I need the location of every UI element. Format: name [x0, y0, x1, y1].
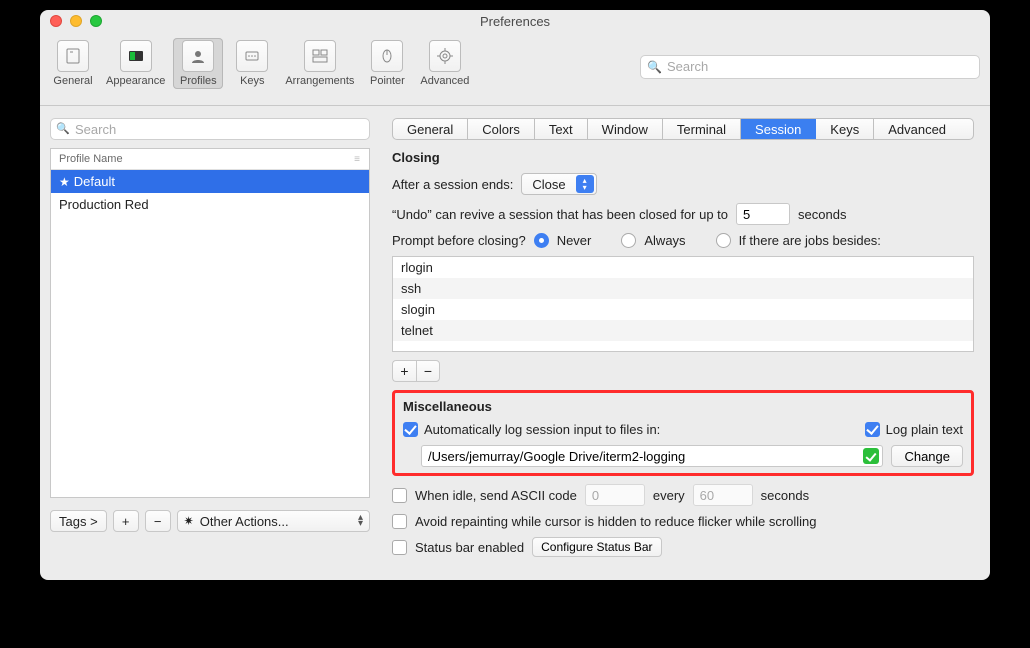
prompt-close-label: Prompt before closing?: [392, 233, 526, 248]
search-icon: 🔍: [56, 122, 70, 135]
tab-keys[interactable]: Keys: [816, 119, 874, 139]
tab-terminal[interactable]: Terminal: [663, 119, 741, 139]
arrangements-icon: [304, 40, 336, 72]
misc-heading: Miscellaneous: [403, 399, 963, 414]
tab-session[interactable]: Session: [741, 119, 816, 139]
log-plain-label: Log plain text: [886, 422, 963, 437]
content: 🔍 Profile Name ≡ ★ Default Production Re…: [40, 106, 990, 580]
profiles-icon: [182, 40, 214, 72]
avoid-repaint-label: Avoid repainting while cursor is hidden …: [415, 514, 817, 529]
status-bar-label: Status bar enabled: [415, 540, 524, 555]
tab-colors[interactable]: Colors: [468, 119, 535, 139]
idle-label: When idle, send ASCII code: [415, 488, 577, 503]
radio-never[interactable]: [534, 233, 549, 248]
closing-heading: Closing: [392, 150, 974, 165]
column-grip-icon[interactable]: ≡: [354, 154, 361, 165]
tab-advanced[interactable]: Advanced: [874, 119, 960, 139]
auto-log-checkbox[interactable]: [403, 422, 418, 437]
undo-seconds-input[interactable]: [736, 203, 790, 225]
left-panel: 🔍 Profile Name ≡ ★ Default Production Re…: [50, 118, 370, 570]
toolbar-keys[interactable]: Keys: [227, 38, 277, 89]
profiles-search-input[interactable]: [50, 118, 370, 140]
undo-label-post: seconds: [798, 207, 846, 222]
idle-interval-input: [693, 484, 753, 506]
toolbar-arrangements[interactable]: Arrangements: [281, 38, 358, 89]
toolbar-profiles[interactable]: Profiles: [173, 38, 223, 89]
profile-remove-button[interactable]: −: [145, 510, 171, 532]
profile-row-production-red[interactable]: Production Red: [51, 193, 369, 216]
avoid-repaint-checkbox[interactable]: [392, 514, 407, 529]
jobs-remove-button[interactable]: −: [416, 360, 440, 382]
jobs-add-button[interactable]: +: [392, 360, 416, 382]
other-actions-dropdown[interactable]: ✷ Other Actions... ▴▾: [177, 510, 370, 532]
change-path-button[interactable]: Change: [891, 445, 963, 467]
after-session-label: After a session ends:: [392, 177, 513, 192]
star-icon: ★: [59, 175, 70, 189]
toolbar-appearance[interactable]: Appearance: [102, 38, 169, 89]
misc-highlight: Miscellaneous Automatically log session …: [392, 390, 974, 476]
titlebar: Preferences: [40, 10, 990, 32]
right-panel: General Colors Text Window Terminal Sess…: [386, 118, 980, 570]
radio-always[interactable]: [621, 233, 636, 248]
auto-log-label: Automatically log session input to files…: [424, 422, 660, 437]
tab-general[interactable]: General: [393, 119, 468, 139]
toolbar: General Appearance Profiles Keys Arrange…: [40, 32, 990, 106]
gear-icon: ✷: [184, 514, 194, 528]
list-item[interactable]: rlogin: [393, 257, 973, 278]
chevron-updown-icon: ▴▾: [358, 515, 363, 527]
general-icon: [57, 40, 89, 72]
toolbar-search: 🔍: [640, 55, 980, 79]
undo-label-pre: “Undo” can revive a session that has bee…: [392, 207, 728, 222]
appearance-icon: [120, 40, 152, 72]
after-session-select[interactable]: Close ▴▾: [521, 173, 596, 195]
tags-button[interactable]: Tags >: [50, 510, 107, 532]
toolbar-search-input[interactable]: [640, 55, 980, 79]
profiles-header[interactable]: Profile Name ≡: [51, 149, 369, 170]
profile-tabs: General Colors Text Window Terminal Sess…: [392, 118, 974, 140]
search-icon: 🔍: [647, 60, 662, 74]
status-bar-checkbox[interactable]: [392, 540, 407, 555]
jobs-listbox[interactable]: rlogin ssh slogin telnet: [392, 256, 974, 352]
keys-icon: [236, 40, 268, 72]
session-pane: Closing After a session ends: Close ▴▾ “…: [386, 150, 980, 570]
configure-status-bar-button[interactable]: Configure Status Bar: [532, 537, 661, 557]
log-plain-checkbox[interactable]: [865, 422, 880, 437]
profiles-table: Profile Name ≡ ★ Default Production Red: [50, 148, 370, 498]
list-item[interactable]: telnet: [393, 320, 973, 341]
preferences-window: Preferences General Appearance Profiles …: [40, 10, 990, 580]
radio-jobs-besides[interactable]: [716, 233, 731, 248]
tab-window[interactable]: Window: [588, 119, 663, 139]
advanced-icon: [429, 40, 461, 72]
list-item[interactable]: slogin: [393, 299, 973, 320]
pointer-icon: [371, 40, 403, 72]
toolbar-advanced[interactable]: Advanced: [416, 38, 473, 89]
tab-text[interactable]: Text: [535, 119, 588, 139]
list-item[interactable]: ssh: [393, 278, 973, 299]
toolbar-pointer[interactable]: Pointer: [362, 38, 412, 89]
valid-path-icon: [863, 448, 879, 464]
idle-code-input: [585, 484, 645, 506]
toolbar-general[interactable]: General: [48, 38, 98, 89]
profile-add-button[interactable]: +: [113, 510, 139, 532]
log-path-input[interactable]: [421, 445, 883, 467]
idle-checkbox[interactable]: [392, 488, 407, 503]
profile-row-default[interactable]: ★ Default: [51, 170, 369, 193]
chevron-updown-icon: ▴▾: [576, 175, 594, 193]
window-title: Preferences: [40, 14, 990, 29]
